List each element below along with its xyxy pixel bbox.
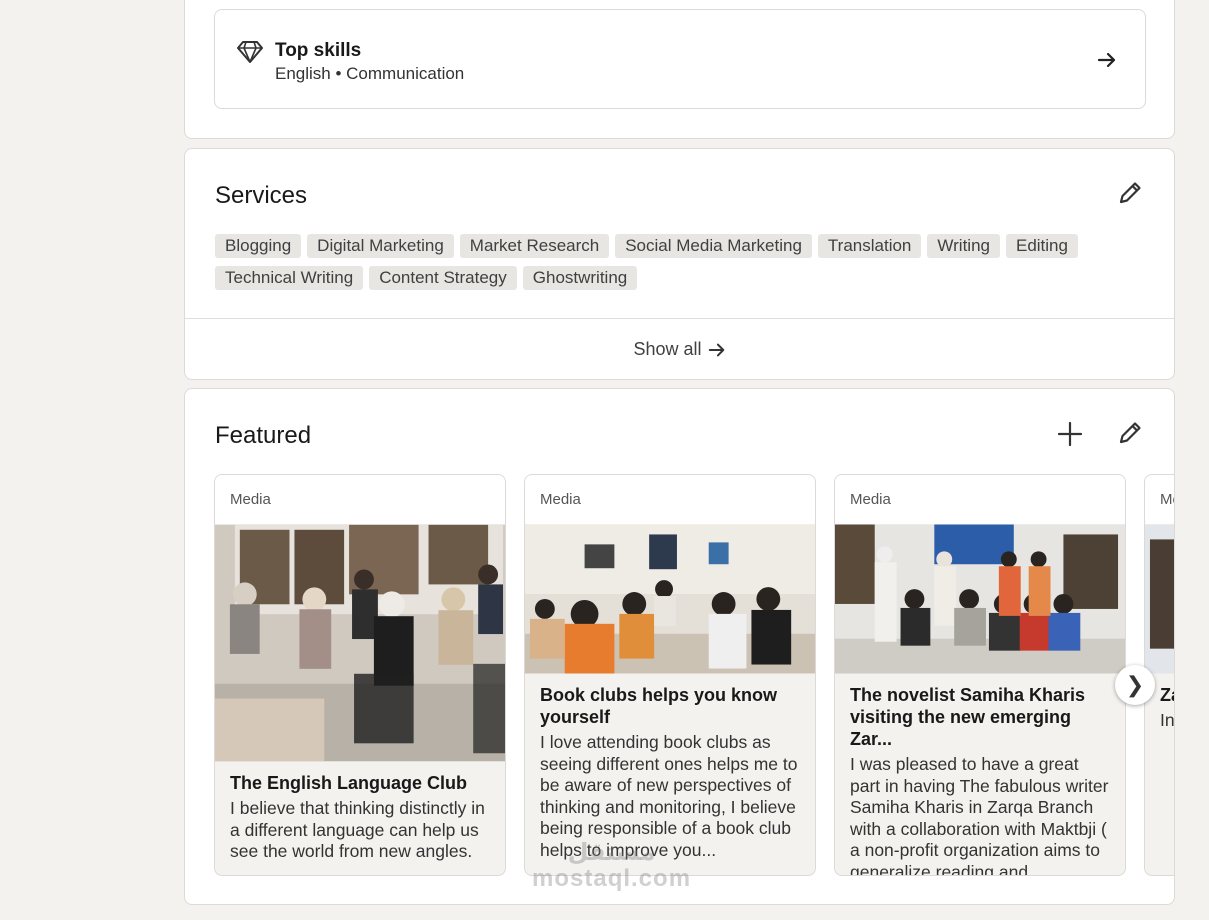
carousel-next-button[interactable]: ❯ (1115, 665, 1155, 705)
service-tag: Blogging (215, 234, 302, 258)
featured-item-description: In... th... hi... an... Hi... th... (1160, 710, 1175, 730)
services-tag-list: Blogging Digital Marketing Market Research… (215, 234, 1155, 298)
featured-item-title: The novelist Samiha Kharis visiting the … (850, 685, 1086, 749)
pencil-icon[interactable] (1116, 179, 1144, 207)
featured-card: Featured Media The English Language Club… (184, 388, 1175, 905)
top-skills-row[interactable]: Top skills English • Communication (214, 9, 1146, 109)
arrow-right-icon[interactable] (1097, 50, 1117, 70)
featured-item-title: Za... vis... (1160, 685, 1174, 705)
featured-item-type: Media (215, 475, 505, 524)
featured-item-description: I believe that thinking distinctly in a … (230, 798, 485, 862)
top-skills-list: English • Communication (275, 64, 465, 83)
featured-item-type: Media (525, 475, 815, 524)
service-tag: Ghostwriting (522, 266, 638, 290)
service-tag: Technical Writing (215, 266, 364, 290)
service-tag: Social Media Marketing (615, 234, 812, 258)
featured-image (525, 524, 815, 674)
featured-item[interactable]: Media Book clubs helps you know yourself… (524, 474, 816, 876)
plus-icon[interactable] (1056, 420, 1084, 448)
featured-item-description: I was pleased to have a great part in ha… (850, 754, 1109, 876)
watermark: مستقل mostaql.com (532, 840, 691, 892)
service-tag: Writing (927, 234, 1000, 258)
featured-image (835, 524, 1125, 674)
services-card: Services Blogging Digital Marketing Market… (184, 148, 1175, 380)
service-tag: Editing (1005, 234, 1078, 258)
arrow-right-icon (708, 343, 724, 356)
diamond-icon (237, 41, 263, 63)
featured-item-type: Media (835, 475, 1125, 524)
featured-item[interactable]: Media The English Language Club I believ… (214, 474, 506, 876)
featured-title: Featured (215, 422, 312, 449)
services-title: Services (215, 182, 308, 209)
service-tag: Translation (817, 234, 922, 258)
service-tag: Market Research (459, 234, 610, 258)
watermark-latin: mostaql.com (532, 865, 692, 892)
featured-image (215, 524, 505, 762)
top-skills-card: Top skills English • Communication (184, 0, 1175, 139)
featured-item-title: Book clubs helps you know yourself (540, 685, 778, 727)
featured-item-type: Media (1145, 475, 1174, 524)
service-tag: Content Strategy (369, 266, 517, 290)
pencil-icon[interactable] (1116, 419, 1144, 447)
service-tag: Digital Marketing (307, 234, 454, 258)
top-skills-title: Top skills (275, 40, 362, 61)
show-all-button[interactable]: Show all (185, 319, 1174, 380)
featured-item-title: The English Language Club (230, 773, 468, 793)
featured-item[interactable]: Media The novelist Samiha Kharis visitin… (834, 474, 1126, 876)
featured-image (1145, 524, 1174, 674)
watermark-arabic: مستقل (567, 839, 656, 866)
chevron-right-icon: ❯ (1125, 672, 1145, 697)
show-all-label: Show all (633, 339, 702, 359)
